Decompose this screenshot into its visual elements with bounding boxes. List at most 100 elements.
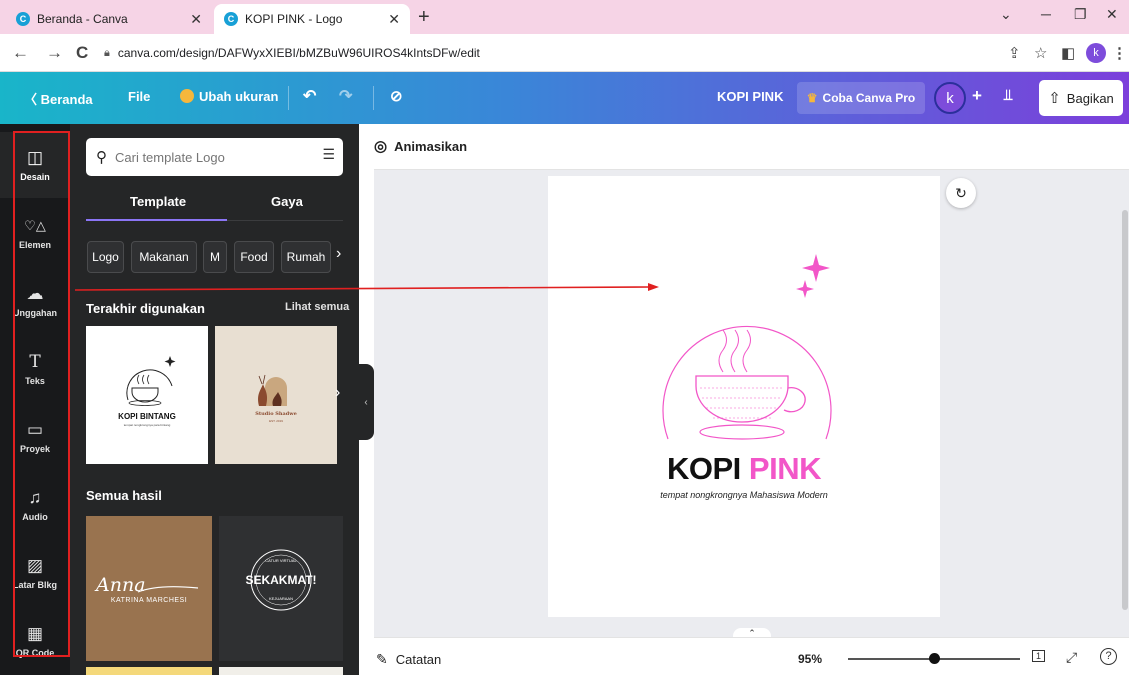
recent-template-studio-shadwe[interactable]: Studio Shadwe EST. 2019: [215, 326, 337, 464]
template-search[interactable]: ⚲ ☰: [86, 138, 343, 176]
canva-favicon-icon: C: [224, 12, 238, 26]
show-pages-toggle[interactable]: ⌃: [733, 628, 771, 637]
zoom-level[interactable]: 95%: [798, 652, 822, 666]
search-icon: ⚲: [96, 149, 107, 166]
close-tab-icon[interactable]: ✕: [388, 11, 400, 28]
annotation-highlight-box: [13, 131, 70, 657]
thumb-title: KOPI BINTANG: [118, 412, 176, 421]
url-text: canva.com/design/DAFWyxXIEBI/bMZBuW96UIR…: [117, 46, 480, 60]
crown-icon: ♛: [806, 91, 818, 105]
animate-button[interactable]: ◎ Animasikan: [374, 137, 467, 155]
logo-title[interactable]: KOPI PINK: [548, 451, 940, 487]
tab-title: KOPI PINK - Logo: [245, 12, 343, 26]
share-page-icon[interactable]: ⇪: [1008, 44, 1021, 62]
notes-pen-icon: ✎: [376, 651, 388, 667]
vertical-scrollbar[interactable]: [1122, 210, 1128, 610]
filter-chip[interactable]: Makanan: [131, 241, 197, 273]
recent-section-title: Terakhir digunakan: [86, 301, 205, 316]
zoom-slider-knob[interactable]: [929, 653, 940, 664]
browser-tab-bar: C Beranda - Canva ✕ C KOPI PINK - Logo ✕…: [0, 0, 1129, 34]
canva-top-bar: 〈 Beranda File Ubah ukuran ↶ ↷ ⊘ KOPI PI…: [0, 72, 1129, 124]
logo-word-kopi: KOPI: [667, 451, 741, 486]
logo-word-pink: PINK: [748, 451, 822, 486]
thumb-subtitle: KATRINA MARCHESI: [110, 597, 188, 604]
editor-toolbar: ◎ Animasikan: [374, 124, 1129, 170]
thumb-title: SEKAKMAT!: [245, 573, 317, 587]
add-page-icon[interactable]: ↻: [946, 178, 976, 208]
chevron-right-icon[interactable]: ›: [335, 384, 340, 402]
animate-icon: ◎: [374, 138, 388, 155]
help-icon[interactable]: ?: [1100, 648, 1117, 665]
filter-chip[interactable]: Rumah: [281, 241, 331, 273]
file-menu-button[interactable]: File: [128, 89, 150, 104]
logo-tagline[interactable]: tempat nongkrongnya Mahasiswa Modern: [548, 490, 940, 500]
canva-favicon-icon: C: [16, 12, 30, 26]
lock-icon: 🔒︎: [104, 46, 110, 59]
tab-style[interactable]: Gaya: [271, 194, 303, 209]
user-avatar[interactable]: k: [934, 82, 966, 114]
close-tab-icon[interactable]: ✕: [190, 11, 202, 28]
browser-menu-icon[interactable]: ⋮: [1112, 44, 1127, 62]
bookmark-star-icon[interactable]: ☆: [1034, 44, 1047, 62]
tab-search-icon[interactable]: ⌄: [1000, 6, 1012, 23]
filter-chip[interactable]: Food: [234, 241, 274, 273]
back-arrow-icon[interactable]: ←: [12, 43, 29, 63]
collapse-panel-handle[interactable]: ‹: [358, 364, 374, 440]
badge-ring-top: CATUR VIRTUAL: [265, 558, 297, 563]
template-result-sekakmat[interactable]: CATUR VIRTUAL SEKAKMAT! KEJUARAAN: [219, 516, 343, 661]
upload-share-icon: ⇧: [1048, 90, 1061, 107]
divider: [288, 86, 289, 110]
new-tab-button[interactable]: +: [418, 6, 430, 29]
thumb-title: Studio Shadwe: [255, 411, 297, 417]
filter-sliders-icon[interactable]: ☰: [322, 146, 335, 163]
template-result-anna[interactable]: Anna KATRINA MARCHESI: [86, 516, 212, 661]
filter-chip[interactable]: M: [203, 241, 227, 273]
template-result-partial[interactable]: [219, 667, 343, 675]
browser-tab-home[interactable]: C Beranda - Canva ✕: [6, 4, 212, 34]
active-tab-indicator: [86, 219, 227, 221]
side-panel-icon[interactable]: ◧: [1061, 44, 1075, 62]
search-input[interactable]: [115, 149, 305, 165]
insights-chart-icon[interactable]: ⫫: [1004, 87, 1012, 104]
swash-line-icon: [137, 586, 199, 593]
coffee-cup-logo-illustration: [662, 254, 832, 440]
home-button[interactable]: 〈 Beranda: [24, 89, 93, 108]
divider: [373, 86, 374, 110]
chevron-left-icon: ‹: [364, 396, 368, 408]
browser-profile-avatar[interactable]: k: [1086, 43, 1106, 63]
restore-icon[interactable]: ❐: [1074, 6, 1087, 23]
minimize-icon[interactable]: ─: [1041, 6, 1051, 22]
see-all-link[interactable]: Lihat semua: [285, 301, 349, 313]
fullscreen-icon[interactable]: ⤢: [1066, 649, 1077, 666]
recent-template-kopi-bintang[interactable]: KOPI BINTANG tempat nongkrongnya para bi…: [86, 326, 208, 464]
crown-icon: [180, 89, 194, 103]
redo-icon[interactable]: ↷: [339, 86, 352, 106]
cloud-saved-icon[interactable]: ⊘: [390, 87, 403, 105]
undo-icon[interactable]: ↶: [303, 86, 316, 106]
page-count-button[interactable]: 1: [1032, 650, 1046, 662]
round-badge-icon: [250, 549, 312, 611]
forward-arrow-icon[interactable]: →: [46, 43, 63, 63]
url-field[interactable]: 🔒︎ canva.com/design/DAFWyxXIEBI/bMZBuW96…: [104, 39, 1024, 67]
design-page[interactable]: KOPI PINK tempat nongkrongnya Mahasiswa …: [548, 176, 940, 617]
close-window-icon[interactable]: ✕: [1106, 6, 1118, 23]
design-title[interactable]: KOPI PINK: [717, 89, 783, 104]
browser-address-bar: ← → C 🔒︎ canva.com/design/DAFWyxXIEBI/bM…: [0, 34, 1129, 72]
notes-button[interactable]: ✎ Catatan: [376, 651, 441, 668]
resize-button[interactable]: Ubah ukuran: [180, 89, 278, 104]
add-collaborator-button[interactable]: +: [972, 86, 982, 106]
editor-footer: ✎ Catatan 95% 1 ⤢ ?: [374, 637, 1129, 675]
chevron-left-icon: 〈: [24, 92, 41, 107]
try-pro-button[interactable]: ♛ Coba Canva Pro: [797, 82, 925, 114]
share-button[interactable]: ⇧ Bagikan: [1039, 80, 1123, 116]
thumb-subtitle: tempat nongkrongnya para bintang: [123, 423, 171, 427]
browser-tab-design[interactable]: C KOPI PINK - Logo ✕: [214, 4, 410, 34]
chevron-right-icon[interactable]: ›: [336, 245, 341, 263]
template-result-partial[interactable]: [86, 667, 212, 675]
filter-chip[interactable]: Logo: [87, 241, 124, 273]
tab-template[interactable]: Template: [130, 194, 186, 209]
reload-icon[interactable]: C: [76, 43, 88, 63]
tab-title: Beranda - Canva: [37, 12, 128, 26]
templates-panel: ⚲ ☰ Template Gaya Logo Makanan M Food Ru…: [70, 124, 359, 675]
all-results-title: Semua hasil: [86, 488, 162, 503]
